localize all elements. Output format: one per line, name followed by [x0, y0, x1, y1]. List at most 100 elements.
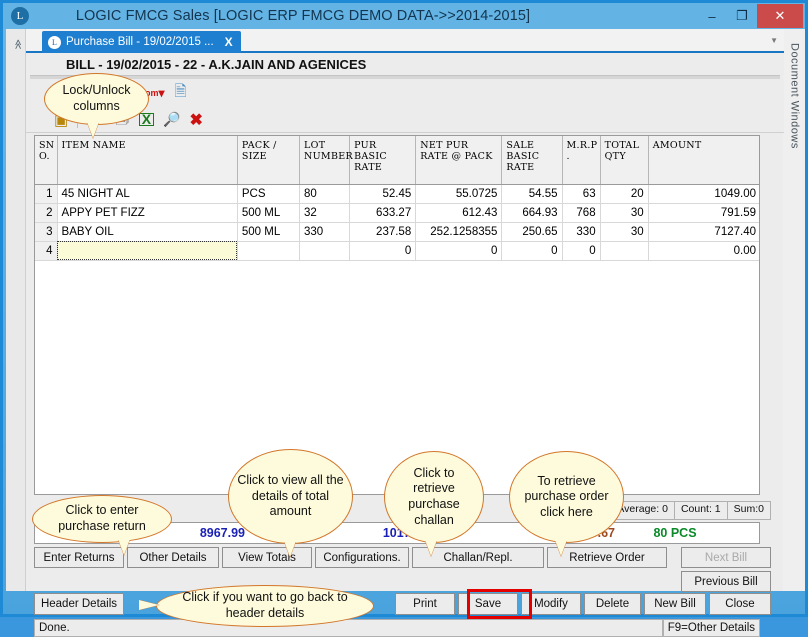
cell-total-qty[interactable]: 30	[600, 222, 649, 242]
callout-tail	[118, 539, 130, 555]
tab-close-icon[interactable]: X	[225, 35, 233, 49]
column-header-sno[interactable]: SN O.	[35, 136, 58, 185]
title-bar: L LOGIC FMCG Sales [LOGIC ERP FMCG DEMO …	[3, 3, 805, 29]
save-button[interactable]: Save	[458, 593, 518, 615]
callout-retrieve-purchase-order: To retrieve purchase order click here	[509, 451, 624, 556]
new-bill-button[interactable]: New Bill	[644, 593, 706, 615]
chevron-down-icon[interactable]: ▼	[770, 36, 778, 45]
header-details-button[interactable]: Header Details	[34, 593, 124, 615]
cell-sno: 2	[35, 203, 58, 223]
callout-text: Lock/Unlock columns	[62, 83, 131, 113]
cell-net-pur-rate[interactable]: 0	[415, 241, 503, 261]
cell-pack-size[interactable]	[237, 241, 301, 261]
cell-net-pur-rate[interactable]: 612.43	[415, 203, 503, 223]
callout-enter-purchase-return: Click to enter purchase return	[32, 495, 172, 555]
cell-item-name[interactable]: APPY PET FIZZ	[57, 203, 238, 223]
close-button[interactable]: Close	[709, 593, 771, 615]
items-grid[interactable]: SN O. ITEM NAME PACK / SIZE LOT NUMBER P…	[34, 135, 760, 495]
cell-total-qty[interactable]: 30	[600, 203, 649, 223]
cell-lot-number[interactable]: 80	[299, 184, 351, 204]
cell-pack-size[interactable]: PCS	[237, 184, 301, 204]
cell-pur-basic-rate[interactable]: 0	[349, 241, 417, 261]
cell-sale-basic-rate[interactable]: 54.55	[501, 184, 563, 204]
tab-purchase-bill[interactable]: L Purchase Bill - 19/02/2015 ... X	[42, 31, 241, 53]
cell-total-qty[interactable]	[600, 241, 649, 261]
column-header-sale-basic-rate[interactable]: SALE BASIC RATE	[501, 136, 563, 185]
cell-amount[interactable]: 791.59	[648, 203, 759, 223]
column-header-item-name[interactable]: ITEM NAME	[57, 136, 238, 185]
cell-pack-size[interactable]: 500 ML	[237, 222, 301, 242]
clear-icon[interactable]: ✖	[190, 110, 203, 130]
callout-tail	[87, 122, 99, 138]
tab-app-icon: L	[48, 35, 61, 49]
callout-text: To retrieve purchase order click here	[524, 473, 609, 519]
cell-amount[interactable]: 0.00	[648, 241, 759, 261]
table-row[interactable]: 1 45 NIGHT AL PCS 80 52.45 55.0725 54.55…	[35, 184, 759, 204]
status-hint: F9=Other Details	[662, 619, 760, 637]
cell-sale-basic-rate[interactable]: 0	[501, 241, 563, 261]
callout-lock-unlock-columns: Lock/Unlock columns	[44, 73, 149, 138]
cell-mrp[interactable]: 330	[562, 222, 601, 242]
cell-amount[interactable]: 1049.00	[648, 184, 759, 204]
column-header-mrp[interactable]: M.R.P .	[562, 136, 601, 185]
cell-net-pur-rate[interactable]: 55.0725	[415, 184, 503, 204]
close-window-button[interactable]: ✕	[757, 4, 803, 28]
cell-total-qty[interactable]: 20	[600, 184, 649, 204]
left-side-strip: ≪	[6, 29, 25, 591]
export-excel-icon[interactable]: X	[138, 112, 155, 126]
delete-button[interactable]: Delete	[584, 593, 641, 615]
cell-sno: 4	[35, 241, 58, 261]
document-windows-label: Document Windows	[788, 43, 801, 149]
print-button[interactable]: Print	[395, 593, 455, 615]
total-quantity: 80 PCS	[653, 526, 697, 540]
table-row[interactable]: 3 BABY OIL 500 ML 330 237.58 252.1258355…	[35, 222, 759, 242]
cell-item-name-selected[interactable]	[57, 241, 238, 261]
grid-header-row: SN O. ITEM NAME PACK / SIZE LOT NUMBER P…	[35, 136, 759, 185]
column-header-amount[interactable]: AMOUNT	[648, 136, 759, 185]
cell-amount[interactable]: 7127.40	[648, 222, 759, 242]
maximize-button[interactable]: ❐	[727, 4, 757, 28]
enter-returns-button[interactable]: Enter Returns	[34, 547, 124, 568]
cell-mrp[interactable]: 63	[562, 184, 601, 204]
column-header-pack-size[interactable]: PACK / SIZE	[237, 136, 301, 185]
cell-sale-basic-rate[interactable]: 664.93	[501, 203, 563, 223]
cell-item-name[interactable]: BABY OIL	[57, 222, 238, 242]
cell-sno: 1	[35, 184, 58, 204]
cell-lot-number[interactable]: 330	[299, 222, 351, 242]
cell-pur-basic-rate[interactable]: 52.45	[349, 184, 417, 204]
stat-count: Count: 1	[675, 502, 728, 519]
callout-header-details: Click if you want to go back to header d…	[139, 585, 374, 627]
configurations-button[interactable]: Configurations.	[315, 547, 409, 568]
minimize-button[interactable]: –	[697, 4, 727, 28]
column-header-net-pur-rate[interactable]: NET PUR RATE @ PACK	[415, 136, 503, 185]
cell-pack-size[interactable]: 500 ML	[237, 203, 301, 223]
callout-tail	[139, 600, 159, 610]
previous-bill-button[interactable]: Previous Bill	[681, 571, 771, 592]
cell-mrp[interactable]: 768	[562, 203, 601, 223]
find-icon[interactable]: 🔎	[163, 111, 180, 128]
cell-lot-number[interactable]	[299, 241, 351, 261]
table-row[interactable]: 2 APPY PET FIZZ 500 ML 32 633.27 612.43 …	[35, 203, 759, 223]
collapse-chevron-icon[interactable]: ≪	[12, 39, 23, 54]
view-totals-button[interactable]: View Totals	[222, 547, 312, 568]
cell-mrp[interactable]: 0	[562, 241, 601, 261]
cell-net-pur-rate[interactable]: 252.1258355	[415, 222, 503, 242]
cell-sale-basic-rate[interactable]: 250.65	[501, 222, 563, 242]
callout-tail	[555, 540, 567, 556]
cell-item-name[interactable]: 45 NIGHT AL	[57, 184, 238, 204]
cell-pur-basic-rate[interactable]: 633.27	[349, 203, 417, 223]
other-details-button[interactable]: Other Details	[127, 547, 219, 568]
callout-tail	[284, 541, 296, 557]
modify-button[interactable]: Modify	[521, 593, 581, 615]
column-header-lot-number[interactable]: LOT NUMBER	[299, 136, 353, 185]
column-header-total-qty[interactable]: TOTAL QTY	[600, 136, 649, 185]
cell-pur-basic-rate[interactable]: 237.58	[349, 222, 417, 242]
cell-lot-number[interactable]: 32	[299, 203, 351, 223]
column-header-pur-basic-rate[interactable]: PUR BASIC RATE	[349, 136, 417, 185]
app-logo-icon: L	[11, 7, 29, 25]
table-row-new-entry[interactable]: 4 0 0 0 0 0.00	[35, 241, 759, 261]
cell-sno: 3	[35, 222, 58, 242]
document-icon[interactable]: 🗎	[174, 81, 186, 106]
next-bill-button[interactable]: Next Bill	[681, 547, 771, 568]
document-windows-panel[interactable]: Document Windows	[781, 29, 805, 591]
